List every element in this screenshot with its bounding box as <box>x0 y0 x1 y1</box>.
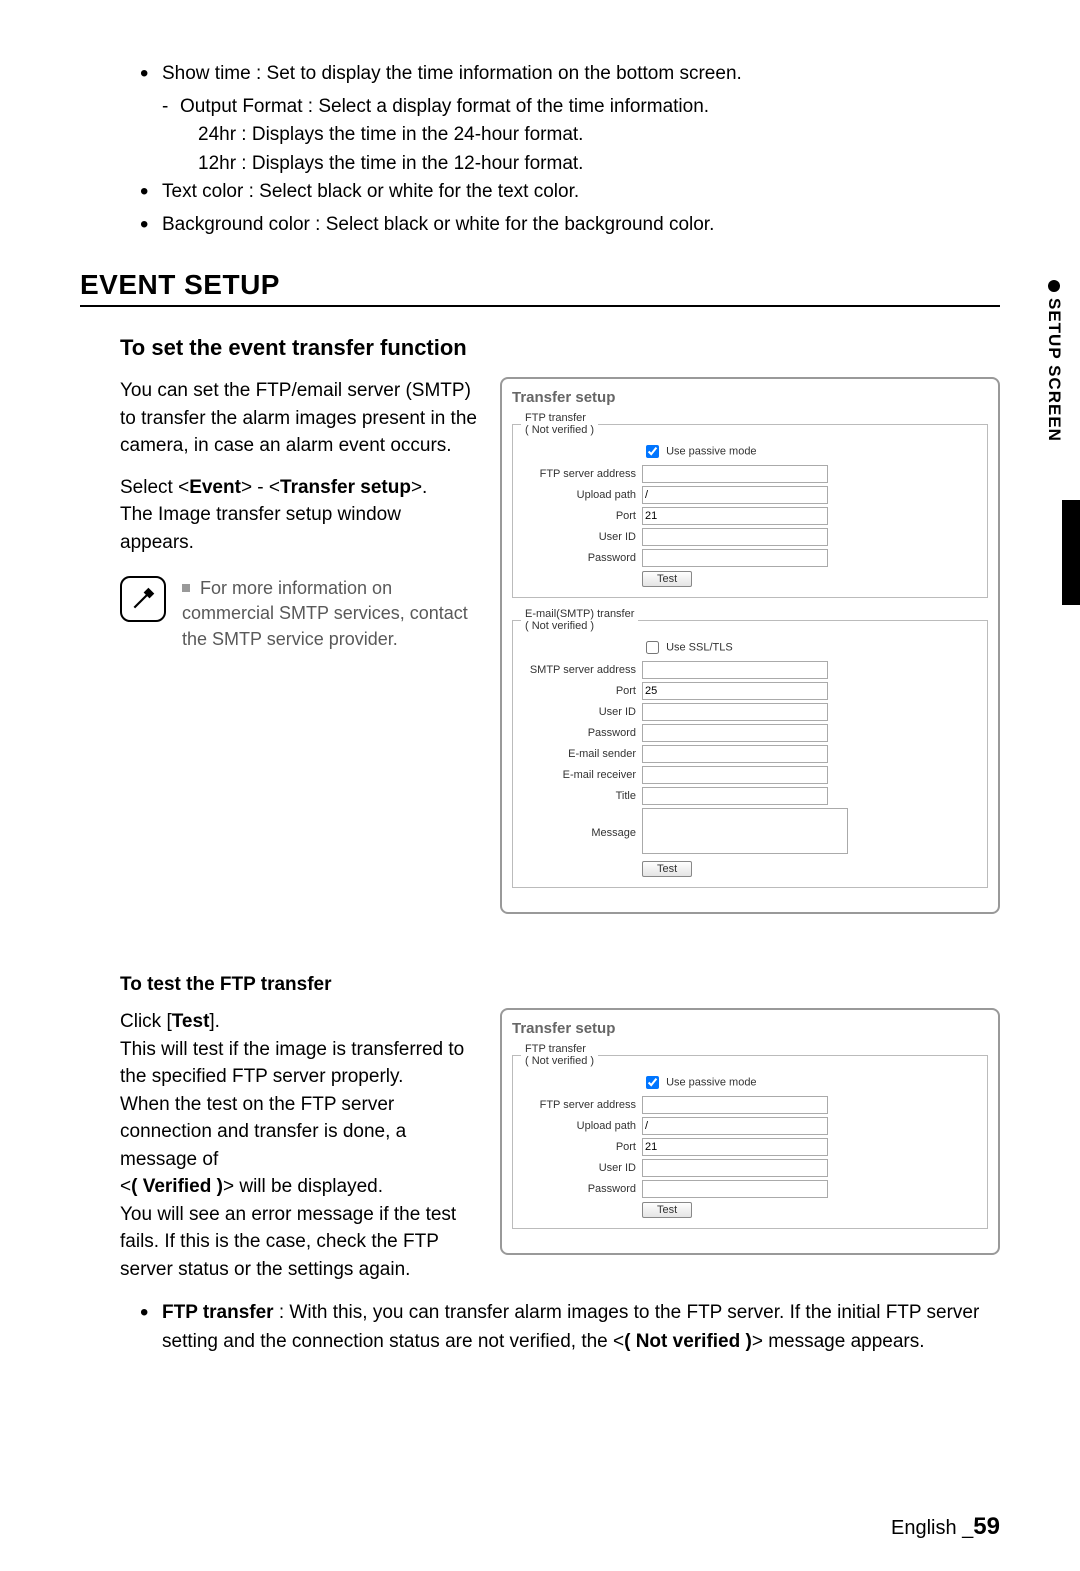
smtp-receiver-label: E-mail receiver <box>521 769 642 781</box>
ftp-port-input-2[interactable] <box>642 1138 828 1156</box>
ftp-path-label-2: Upload path <box>521 1120 642 1132</box>
ftp-addr-input-1[interactable] <box>642 465 828 483</box>
heading-event-setup: EVENT SETUP <box>80 269 1000 301</box>
ftp-user-label-1: User ID <box>521 531 642 543</box>
side-tab-label: SETUP SCREEN <box>1044 298 1064 442</box>
ftp-test-button-2[interactable]: Test <box>642 1202 692 1218</box>
smtp-ssl-label: Use SSL/TLS <box>666 641 733 653</box>
smtp-user-label: User ID <box>521 706 642 718</box>
smtp-sender-label: E-mail sender <box>521 748 642 760</box>
test-text-block: Click [Test]. This will test if the imag… <box>120 1008 480 1283</box>
intro-para1: You can set the FTP/email server (SMTP) … <box>120 377 480 460</box>
smtp-pw-input[interactable] <box>642 724 828 742</box>
panel-transfer-setup-1: Transfer setup FTP transfer ( Not verifi… <box>500 377 1000 914</box>
subheading-transfer-function: To set the event transfer function <box>120 335 1000 361</box>
intro-para2: Select <Event> - <Transfer setup>. <box>120 474 480 502</box>
test-line1: Click [Test]. <box>120 1008 480 1036</box>
note-text: For more information on commercial SMTP … <box>182 576 480 652</box>
dash-output-format: Output Format : Select a display format … <box>162 93 1000 122</box>
smtp-receiver-input[interactable] <box>642 766 828 784</box>
smtp-fieldset: E-mail(SMTP) transfer ( Not verified ) U… <box>512 608 988 888</box>
bullet-ftp-transfer: FTP transfer : With this, you can transf… <box>140 1299 1000 1356</box>
test-line5: You will see an error message if the tes… <box>120 1201 480 1284</box>
panel-title-2: Transfer setup <box>512 1020 988 1037</box>
note-icon <box>120 576 166 622</box>
smtp-addr-input[interactable] <box>642 661 828 679</box>
note-block: For more information on commercial SMTP … <box>120 576 480 652</box>
footer-lang: English _ <box>891 1517 973 1539</box>
ftp-path-input-1[interactable] <box>642 486 828 504</box>
ftp-pw-input-1[interactable] <box>642 549 828 567</box>
panel-transfer-setup-2: Transfer setup FTP transfer ( Not verifi… <box>500 1008 1000 1255</box>
ftp-pw-label-1: Password <box>521 552 642 564</box>
ftp-legend-2: FTP transfer ( Not verified ) <box>521 1043 598 1067</box>
smtp-pw-label: Password <box>521 727 642 739</box>
ftp-passive-checkbox-2[interactable] <box>646 1076 659 1089</box>
smtp-addr-label: SMTP server address <box>521 664 642 676</box>
ftp-port-label-2: Port <box>521 1141 642 1153</box>
intro-text: You can set the FTP/email server (SMTP) … <box>120 377 480 652</box>
top-bullet-list: Show time : Set to display the time info… <box>140 60 1000 239</box>
smtp-title-label: Title <box>521 790 642 802</box>
smtp-user-input[interactable] <box>642 703 828 721</box>
ftp-passive-checkbox-1[interactable] <box>646 445 659 458</box>
ftp-addr-input-2[interactable] <box>642 1096 828 1114</box>
subheading-test-ftp: To test the FTP transfer <box>120 974 1000 996</box>
smtp-ssl-checkbox[interactable] <box>646 641 659 654</box>
side-tab: SETUP SCREEN <box>1044 280 1064 442</box>
ftp-path-input-2[interactable] <box>642 1117 828 1135</box>
smtp-port-label: Port <box>521 685 642 697</box>
ftp-fieldset-2: FTP transfer ( Not verified ) Use passiv… <box>512 1043 988 1229</box>
smtp-port-input[interactable] <box>642 682 828 700</box>
ftp-passive-label-2: Use passive mode <box>666 1076 757 1088</box>
ftp-fieldset-1: FTP transfer ( Not verified ) Use passiv… <box>512 412 988 598</box>
ftp-path-label-1: Upload path <box>521 489 642 501</box>
ftp-passive-label-1: Use passive mode <box>666 445 757 457</box>
panel-title-1: Transfer setup <box>512 389 988 406</box>
thumb-indicator <box>1062 500 1080 605</box>
smtp-title-input[interactable] <box>642 787 828 805</box>
ftp-user-label-2: User ID <box>521 1162 642 1174</box>
ftp-pw-label-2: Password <box>521 1183 642 1195</box>
ftp-user-input-2[interactable] <box>642 1159 828 1177</box>
ftp-user-input-1[interactable] <box>642 528 828 546</box>
smtp-msg-label: Message <box>521 827 642 839</box>
bullet-show-time: Show time : Set to display the time info… <box>140 60 1000 89</box>
line-24hr: 24hr : Displays the time in the 24-hour … <box>198 121 1000 150</box>
ftp-port-input-1[interactable] <box>642 507 828 525</box>
smtp-legend: E-mail(SMTP) transfer ( Not verified ) <box>521 608 638 632</box>
line-12hr: 12hr : Displays the time in the 12-hour … <box>198 150 1000 179</box>
bullet-bg-color: Background color : Select black or white… <box>140 211 1000 240</box>
test-line2: This will test if the image is transferr… <box>120 1036 480 1091</box>
bullet-text-color: Text color : Select black or white for t… <box>140 178 1000 207</box>
smtp-sender-input[interactable] <box>642 745 828 763</box>
test-line3: When the test on the FTP server connecti… <box>120 1091 480 1174</box>
tab-dot-icon <box>1048 280 1060 292</box>
smtp-test-button[interactable]: Test <box>642 861 692 877</box>
ftp-addr-label-2: FTP server address <box>521 1099 642 1111</box>
ftp-test-button-1[interactable]: Test <box>642 571 692 587</box>
test-line4: <( Verified )> will be displayed. <box>120 1173 480 1201</box>
footer-page-number: 59 <box>973 1513 1000 1540</box>
page-footer: English _59 <box>891 1513 1000 1541</box>
ftp-addr-label-1: FTP server address <box>521 468 642 480</box>
ftp-port-label-1: Port <box>521 510 642 522</box>
heading-rule <box>80 305 1000 307</box>
ftp-legend-1: FTP transfer ( Not verified ) <box>521 412 598 436</box>
intro-para3: The Image transfer setup window appears. <box>120 501 480 556</box>
ftp-pw-input-2[interactable] <box>642 1180 828 1198</box>
smtp-msg-input[interactable] <box>642 808 848 854</box>
